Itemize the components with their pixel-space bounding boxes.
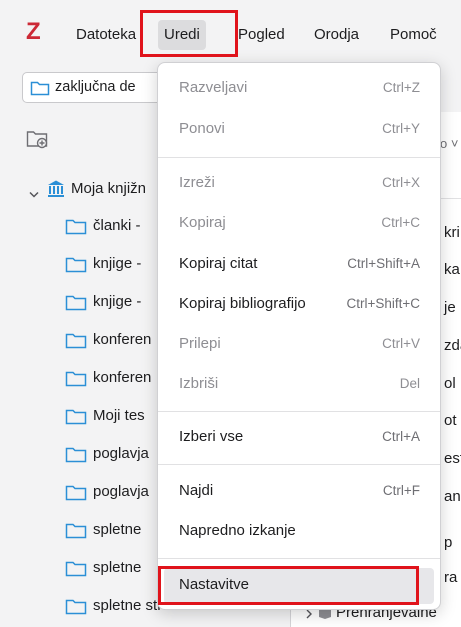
folder-icon	[65, 217, 87, 245]
menu-item-shortcut: Ctrl+C	[381, 215, 420, 230]
item-row-fragment[interactable]: an	[444, 488, 461, 505]
menu-item-shortcut: Ctrl+V	[382, 336, 420, 351]
menu-file[interactable]: Datoteka	[70, 20, 142, 50]
tree-collection-label: konferen	[93, 331, 152, 348]
menu-item-label: Kopiraj citat	[179, 255, 258, 272]
folder-icon	[65, 255, 87, 283]
menu-item-label: Izbriši	[179, 375, 219, 392]
menu-item-kopiraj[interactable]: Kopiraj Ctrl+C	[158, 206, 440, 242]
menu-item-shortcut: Ctrl+X	[382, 175, 420, 190]
menu-item-prilepi[interactable]: Prilepi Ctrl+V	[158, 327, 440, 363]
item-row-fragment[interactable]: ot	[444, 412, 457, 429]
menu-item-kopiraj-bibliografijo[interactable]: Kopiraj bibliografijo Ctrl+Shift+C	[158, 287, 440, 323]
folder-icon	[65, 521, 87, 549]
tree-collection-label: poglavja	[93, 483, 149, 500]
tree-library-label[interactable]: Moja knjižn	[71, 175, 146, 203]
menu-item-nastavitve[interactable]: Nastavitve	[164, 568, 434, 604]
folder-icon	[65, 407, 87, 435]
menu-view[interactable]: Pogled	[232, 20, 291, 50]
folder-icon	[30, 79, 50, 101]
menu-item-ponovi[interactable]: Ponovi Ctrl+Y	[158, 112, 440, 148]
item-row-fragment[interactable]: kri	[444, 224, 460, 241]
menu-item-label: Napredno izkanje	[179, 522, 296, 539]
collection-tab-label: zaključna de	[55, 79, 136, 95]
menu-item-kopiraj-citat[interactable]: Kopiraj citat Ctrl+Shift+A	[158, 247, 440, 283]
menu-item-najdi[interactable]: Najdi Ctrl+F	[158, 474, 440, 510]
item-row-fragment[interactable]: ol	[444, 375, 456, 392]
menu-edit[interactable]: Uredi	[158, 20, 206, 50]
new-collection-icon[interactable]	[26, 128, 50, 155]
menu-item-shortcut: Ctrl+Shift+A	[347, 256, 420, 271]
item-row-fragment[interactable]: p	[444, 534, 452, 551]
menu-item-izbrisi[interactable]: Izbriši Del	[158, 367, 440, 403]
chevron-down-icon[interactable]	[28, 187, 40, 205]
library-icon	[46, 179, 66, 204]
folder-icon	[65, 293, 87, 321]
item-row-fragment[interactable]: zda	[444, 337, 461, 354]
tree-collection-label: knjige -	[93, 293, 142, 310]
tree-collection-label: poglavja	[93, 445, 149, 462]
menu-separator	[158, 157, 440, 158]
folder-icon	[65, 331, 87, 359]
menu-help[interactable]: Pomoč	[384, 20, 443, 50]
menu-item-label: Razveljavi	[179, 79, 248, 96]
tree-collection-label: spletne	[93, 559, 142, 576]
tree-collection-label: spletne	[93, 521, 142, 538]
menu-item-label: Izreži	[179, 174, 215, 191]
menu-separator	[158, 464, 440, 465]
menu-item-label: Ponovi	[179, 120, 225, 137]
menu-item-shortcut: Ctrl+Y	[382, 121, 420, 136]
menu-separator	[158, 411, 440, 412]
folder-icon	[65, 369, 87, 397]
collection-tab[interactable]: zaključna de	[22, 72, 172, 103]
menu-item-shortcut: Ctrl+F	[382, 483, 420, 498]
search-dropdown-fragment[interactable]: o ˅	[440, 136, 458, 151]
tree-collection-label: knjige -	[93, 255, 142, 272]
item-row-fragment[interactable]: je	[444, 299, 456, 316]
menu-item-razveljavi[interactable]: Razveljavi Ctrl+Z	[158, 71, 440, 107]
menu-item-label: Kopiraj bibliografijo	[179, 295, 306, 312]
zotero-logo-icon: Z	[26, 18, 41, 45]
menu-item-label: Prilepi	[179, 335, 221, 352]
menu-item-label: Kopiraj	[179, 214, 226, 231]
folder-icon	[65, 597, 87, 625]
item-row-fragment[interactable]: est	[444, 450, 461, 467]
menu-item-label: Izberi vse	[179, 428, 244, 445]
tree-collection-label: konferen	[93, 369, 152, 386]
folder-icon	[65, 559, 87, 587]
menu-item-shortcut: Ctrl+Z	[382, 80, 420, 95]
item-row-fragment[interactable]: ra	[444, 569, 457, 586]
menu-item-label: Najdi	[179, 482, 214, 499]
menu-tools[interactable]: Orodja	[308, 20, 365, 50]
menu-bar: Z Datoteka Uredi Pogled Orodja Pomoč	[0, 0, 461, 62]
edit-menu: Razveljavi Ctrl+Z Ponovi Ctrl+Y Izreži Ctrl+X…	[157, 62, 441, 610]
folder-icon	[65, 445, 87, 473]
menu-item-label: Nastavitve	[179, 576, 250, 593]
menu-item-shortcut: Del	[399, 376, 420, 391]
tree-collection-label: Moji tes	[93, 407, 145, 424]
menu-separator	[158, 558, 440, 559]
menu-item-izberi-vse[interactable]: Izberi vse Ctrl+A	[158, 420, 440, 456]
item-row-fragment[interactable]: ka	[444, 261, 460, 278]
tree-collection-label: članki -	[93, 217, 141, 234]
folder-icon	[65, 483, 87, 511]
menu-item-shortcut: Ctrl+Shift+C	[346, 296, 420, 311]
menu-item-shortcut: Ctrl+A	[382, 429, 420, 444]
menu-item-izrezi[interactable]: Izreži Ctrl+X	[158, 166, 440, 202]
menu-item-napredno-izkanje[interactable]: Napredno izkanje	[158, 514, 440, 550]
